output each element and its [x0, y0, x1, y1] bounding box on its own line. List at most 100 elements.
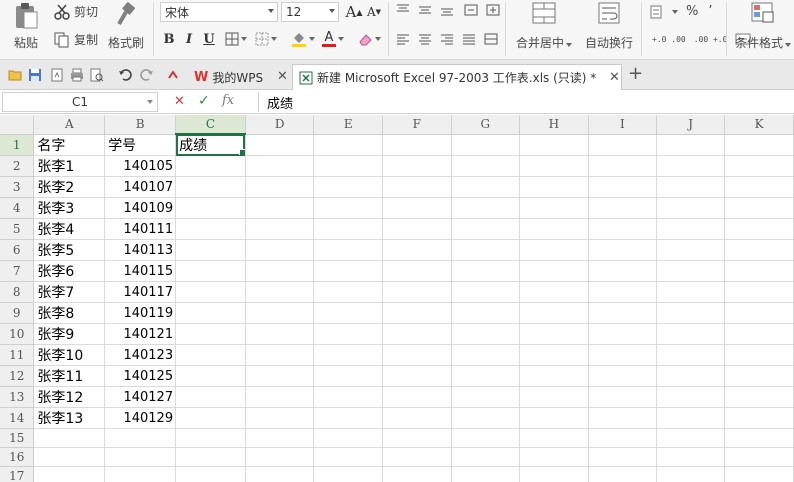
cell-b5[interactable]: 140111 [104, 218, 177, 240]
cell-b9[interactable]: 140119 [104, 302, 177, 324]
cell-d9[interactable] [245, 302, 315, 324]
cell-j4[interactable] [656, 197, 726, 219]
align-right-icon[interactable] [440, 33, 454, 45]
cell-k5[interactable] [724, 218, 794, 240]
cell-d8[interactable] [245, 281, 315, 303]
cell-e1[interactable] [313, 134, 383, 156]
cell-c8[interactable] [175, 281, 246, 303]
cell-a2[interactable]: 张李1 [33, 155, 106, 177]
cell-d4[interactable] [245, 197, 315, 219]
cell-a6[interactable]: 张李5 [33, 239, 106, 261]
cell-g17[interactable] [451, 466, 521, 482]
cell-i15[interactable] [588, 428, 658, 448]
cell-j17[interactable] [656, 466, 726, 482]
column-header-k[interactable]: K [724, 115, 794, 135]
cell-i11[interactable] [588, 344, 658, 366]
percent-button[interactable]: % [686, 4, 698, 19]
cell-g10[interactable] [451, 323, 521, 345]
cell-g7[interactable] [451, 260, 521, 282]
cell-k6[interactable] [724, 239, 794, 261]
column-header-j[interactable]: J [656, 115, 726, 135]
paste-button[interactable]: 粘贴 [6, 2, 46, 58]
row-header[interactable]: 15 [0, 428, 35, 448]
clear-format-button[interactable] [356, 30, 382, 48]
row-header[interactable]: 4 [0, 197, 35, 219]
cell-j6[interactable] [656, 239, 726, 261]
cell-j5[interactable] [656, 218, 726, 240]
cell-b15[interactable] [104, 428, 177, 448]
cell-g9[interactable] [451, 302, 521, 324]
cell-b1[interactable]: 学号 [104, 134, 177, 156]
italic-button[interactable]: I [180, 30, 198, 48]
insert-function-button[interactable]: fx [222, 93, 234, 108]
cell-g16[interactable] [451, 447, 521, 467]
cell-f7[interactable] [382, 260, 452, 282]
cell-j15[interactable] [656, 428, 726, 448]
cell-k14[interactable] [724, 407, 794, 429]
cell-a3[interactable]: 张李2 [33, 176, 106, 198]
cut-button[interactable]: 剪切 [54, 3, 98, 20]
cell-f12[interactable] [382, 365, 452, 387]
cell-e2[interactable] [313, 155, 383, 177]
redo-icon[interactable] [140, 68, 154, 82]
cell-g13[interactable] [451, 386, 521, 408]
wrap-text-button[interactable]: 自动换行 [582, 2, 636, 58]
cell-a11[interactable]: 张李10 [33, 344, 106, 366]
cell-e8[interactable] [313, 281, 383, 303]
row-header[interactable]: 9 [0, 302, 35, 324]
cell-f9[interactable] [382, 302, 452, 324]
cell-h7[interactable] [519, 260, 589, 282]
cell-h10[interactable] [519, 323, 589, 345]
cell-j10[interactable] [656, 323, 726, 345]
cell-f11[interactable] [382, 344, 452, 366]
conditional-format-button[interactable]: 条件格式 [732, 2, 794, 58]
cell-d6[interactable] [245, 239, 315, 261]
cell-g1[interactable] [451, 134, 521, 156]
tab-my-wps[interactable]: W 我的WPS ✕ [188, 64, 290, 90]
cell-b13[interactable]: 140127 [104, 386, 177, 408]
cell-i12[interactable] [588, 365, 658, 387]
cell-d15[interactable] [245, 428, 315, 448]
cell-f13[interactable] [382, 386, 452, 408]
cell-f3[interactable] [382, 176, 452, 198]
row-header[interactable]: 3 [0, 176, 35, 198]
cell-a8[interactable]: 张李7 [33, 281, 106, 303]
cell-f16[interactable] [382, 447, 452, 467]
cell-a7[interactable]: 张李6 [33, 260, 106, 282]
currency-icon[interactable] [650, 5, 666, 19]
cell-c3[interactable] [175, 176, 246, 198]
cell-i5[interactable] [588, 218, 658, 240]
cell-h14[interactable] [519, 407, 589, 429]
cell-g8[interactable] [451, 281, 521, 303]
cell-b10[interactable]: 140121 [104, 323, 177, 345]
cell-d1[interactable] [245, 134, 315, 156]
increase-decimal-button[interactable]: +.0 .00 [652, 35, 686, 44]
print-icon[interactable] [70, 68, 84, 82]
cell-j12[interactable] [656, 365, 726, 387]
cell-a9[interactable]: 张李8 [33, 302, 106, 324]
cell-h15[interactable] [519, 428, 589, 448]
cell-a16[interactable] [33, 447, 106, 467]
cell-j7[interactable] [656, 260, 726, 282]
row-header[interactable]: 13 [0, 386, 35, 408]
cell-e7[interactable] [313, 260, 383, 282]
cell-e15[interactable] [313, 428, 383, 448]
confirm-edit-icon[interactable]: ✓ [198, 93, 210, 109]
cell-e11[interactable] [313, 344, 383, 366]
format-painter-button[interactable]: 格式刷 [106, 2, 146, 58]
cell-k7[interactable] [724, 260, 794, 282]
name-box[interactable]: C1 [2, 92, 158, 112]
row-header[interactable]: 7 [0, 260, 35, 282]
cell-d13[interactable] [245, 386, 315, 408]
cell-b3[interactable]: 140107 [104, 176, 177, 198]
cell-d17[interactable] [245, 466, 315, 482]
cell-a5[interactable]: 张李4 [33, 218, 106, 240]
fill-color-button[interactable] [290, 30, 316, 48]
cell-i2[interactable] [588, 155, 658, 177]
folder-open-icon[interactable] [8, 68, 22, 82]
cell-i14[interactable] [588, 407, 658, 429]
font-name-select[interactable]: 宋体 [160, 2, 278, 22]
cell-i4[interactable] [588, 197, 658, 219]
distribute-icon[interactable] [484, 33, 498, 45]
cell-style-button[interactable] [254, 30, 278, 48]
